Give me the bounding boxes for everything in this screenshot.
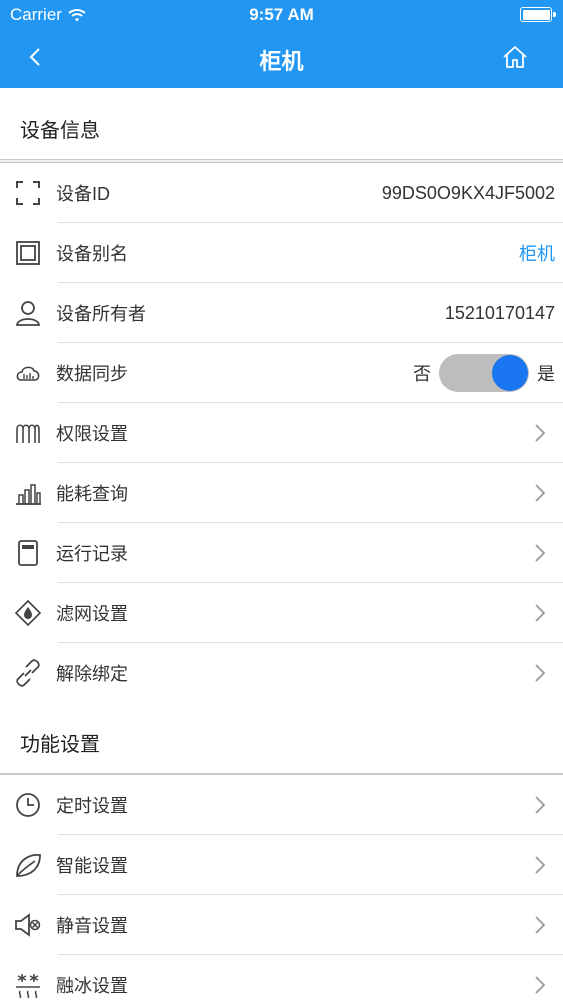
toggle-off-label: 否 — [413, 364, 431, 384]
record-icon — [18, 540, 38, 566]
permission-icon — [16, 424, 40, 443]
clock-icon — [16, 793, 40, 817]
chevron-right-icon — [535, 544, 545, 562]
app-header: Carrier 9:57 AM 柜机 — [0, 0, 563, 88]
row-filter-settings[interactable]: 滤网设置 — [0, 583, 563, 643]
toggle-on-label: 是 — [537, 364, 555, 384]
row-label: 权限设置 — [56, 424, 128, 444]
leaf-icon — [16, 854, 41, 877]
row-label: 静音设置 — [56, 916, 128, 936]
square-frame-icon — [16, 241, 40, 265]
function-settings-list: 定时设置 智能设置 静音设置 融冰设置 — [0, 774, 563, 1000]
device-info-list: 设备ID 99DS0O9KX4JF5002 设备别名 柜机 设备所有者 1521… — [0, 162, 563, 703]
home-button[interactable] — [502, 44, 528, 70]
row-energy-query[interactable]: 能耗查询 — [0, 463, 563, 523]
defrost-icon — [16, 974, 40, 999]
row-label: 能耗查询 — [56, 484, 128, 504]
page-title: 柜机 — [259, 49, 304, 74]
bar-chart-icon — [16, 484, 41, 505]
chevron-right-icon — [535, 664, 545, 682]
row-smart-settings[interactable]: 智能设置 — [0, 835, 563, 895]
device-id-value: 99DS0O9KX4JF5002 — [381, 182, 555, 203]
row-defrost-settings[interactable]: 融冰设置 — [0, 955, 563, 1000]
chevron-right-icon — [535, 976, 545, 994]
section-header-device-info: 设备信息 — [0, 88, 563, 160]
row-mute-settings[interactable]: 静音设置 — [0, 895, 563, 955]
toggle-knob — [492, 355, 528, 391]
cloud-sync-icon — [16, 366, 40, 381]
device-alias-value[interactable]: 柜机 — [519, 240, 563, 266]
user-icon — [15, 301, 41, 326]
row-label: 数据同步 — [56, 364, 128, 384]
row-unbind[interactable]: 解除绑定 — [0, 643, 563, 703]
row-label: 运行记录 — [56, 544, 128, 564]
section-title: 设备信息 — [20, 120, 100, 142]
unlink-icon — [16, 659, 40, 687]
chevron-right-icon — [535, 856, 545, 874]
chevron-right-icon — [535, 604, 545, 622]
row-run-records[interactable]: 运行记录 — [0, 523, 563, 583]
row-device-owner: 设备所有者 15210170147 — [0, 283, 563, 343]
row-label: 滤网设置 — [56, 604, 128, 624]
row-label: 设备别名 — [56, 244, 128, 264]
sync-toggle-group: 否 是 — [413, 354, 563, 392]
row-label: 融冰设置 — [56, 976, 128, 996]
speaker-mute-icon — [15, 913, 41, 937]
scan-frame-icon — [16, 181, 40, 205]
row-label: 设备ID — [56, 184, 110, 204]
row-label: 定时设置 — [56, 796, 128, 816]
section-header-function-settings: 功能设置 — [0, 702, 563, 774]
status-time: 9:57 AM — [249, 5, 314, 24]
row-device-alias[interactable]: 设备别名 柜机 — [0, 223, 563, 283]
row-label: 智能设置 — [56, 856, 128, 876]
chevron-right-icon — [535, 424, 545, 442]
chevron-right-icon — [535, 916, 545, 934]
row-permission-settings[interactable]: 权限设置 — [0, 403, 563, 463]
device-owner-value: 15210170147 — [444, 302, 555, 323]
row-data-sync: 数据同步 否 是 — [0, 343, 563, 403]
home-icon — [503, 46, 527, 68]
row-label: 解除绑定 — [56, 664, 128, 684]
row-device-id: 设备ID 99DS0O9KX4JF5002 — [0, 163, 563, 223]
status-bar: Carrier 9:57 AM — [0, 0, 563, 30]
row-timer-settings[interactable]: 定时设置 — [0, 775, 563, 835]
chevron-right-icon — [535, 796, 545, 814]
filter-drop-icon — [14, 599, 42, 627]
section-title: 功能设置 — [20, 734, 100, 756]
sync-toggle[interactable] — [439, 354, 529, 392]
row-label: 设备所有者 — [56, 304, 146, 324]
battery-icon — [520, 7, 556, 22]
chevron-right-icon — [535, 484, 545, 502]
